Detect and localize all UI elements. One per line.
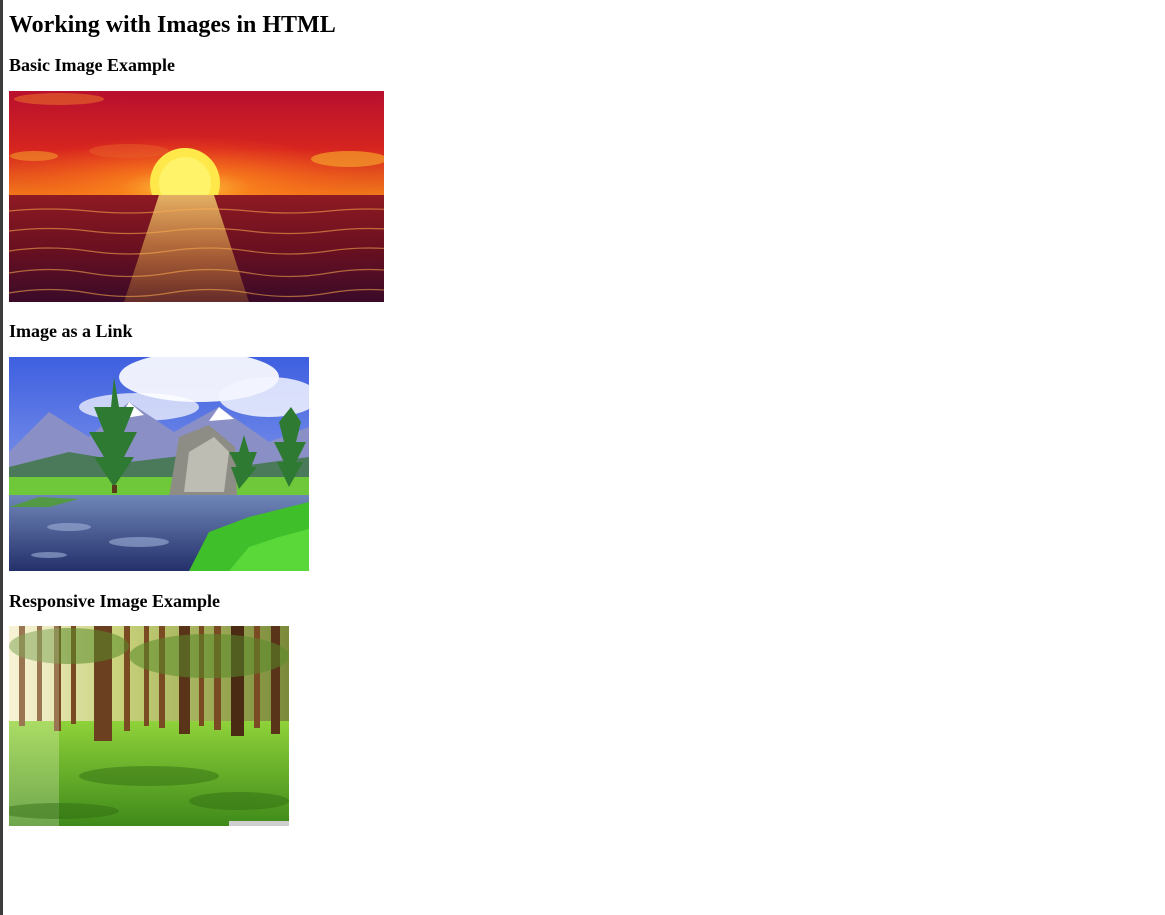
image-link[interactable]	[9, 357, 384, 571]
section-heading-image-link: Image as a Link	[9, 321, 133, 341]
page-content: Working with Images in HTML Basic Image …	[9, 0, 384, 826]
forest-image	[9, 626, 289, 826]
page-title: Working with Images in HTML	[9, 12, 336, 38]
window-left-edge	[0, 0, 3, 915]
section-heading-responsive-image: Responsive Image Example	[9, 591, 220, 611]
sunset-image	[9, 91, 384, 302]
section-heading-basic-image: Basic Image Example	[9, 55, 175, 75]
landscape-image[interactable]	[9, 357, 309, 571]
